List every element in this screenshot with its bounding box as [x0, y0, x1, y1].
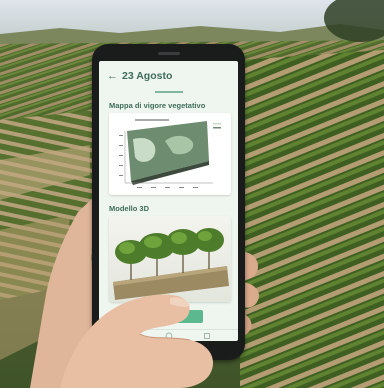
hand-front	[60, 294, 214, 388]
photo-scene: ← 23 Agosto Mappa di vigore vegetativo M…	[0, 0, 384, 388]
